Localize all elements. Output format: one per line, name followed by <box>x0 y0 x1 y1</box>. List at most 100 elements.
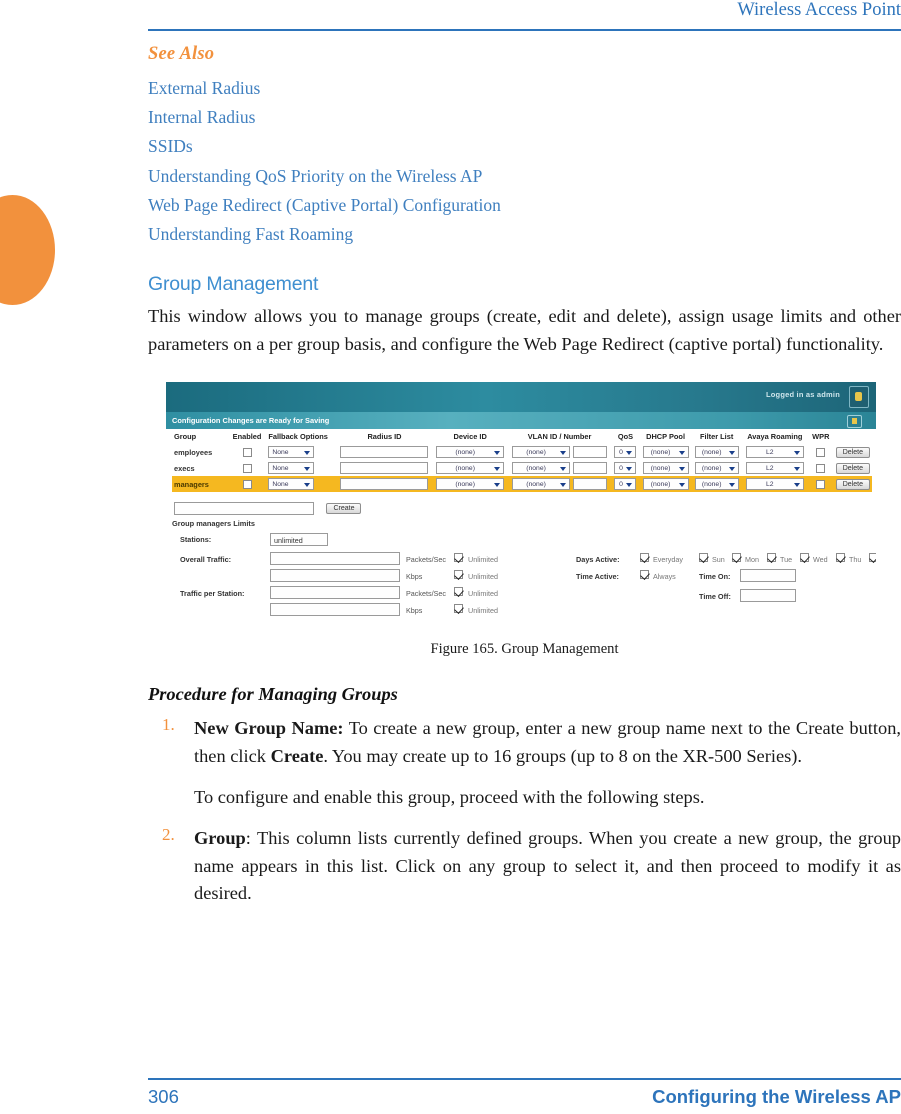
overall-traffic-packets-unit: Packets/Sec <box>406 555 446 565</box>
day-tue-checkbox[interactable] <box>767 553 776 563</box>
logged-in-status: Logged in as admin <box>765 390 840 400</box>
row-fallback-select[interactable]: None <box>268 478 315 491</box>
limits-form: Stations: unlimited Overall Traffic: Pac… <box>166 531 876 617</box>
row-enabled-checkbox[interactable] <box>242 464 252 473</box>
row-delete-button[interactable]: Delete <box>835 462 870 474</box>
row-avaya-roaming-select[interactable]: L2 <box>745 478 804 491</box>
row-vlan-number-input[interactable] <box>573 478 608 491</box>
per-station-kbps-unlimited-checkbox[interactable] <box>454 604 463 614</box>
col-avaya-roaming: Avaya Roaming <box>747 432 803 442</box>
row-filter-list-select[interactable]: (none) <box>694 478 739 491</box>
step-number: 2. <box>162 825 175 845</box>
running-footer: 306 Configuring the Wireless AP <box>148 1086 901 1108</box>
row-vlan-number-input[interactable] <box>573 446 608 459</box>
row-avaya-roaming-select[interactable]: L2 <box>745 446 804 459</box>
row-vlan-id-select[interactable]: (none) <box>512 462 571 475</box>
table-row[interactable]: employees None (none) (none) 0 (none) (n… <box>172 444 872 460</box>
figure-group-management: Logged in as admin Configuration Changes… <box>148 382 901 658</box>
time-on-input[interactable] <box>740 569 796 583</box>
time-off-label: Time Off: <box>699 592 731 602</box>
row-vlan-number-input[interactable] <box>573 462 608 475</box>
row-radius-id-input[interactable] <box>340 462 429 475</box>
stations-value[interactable]: unlimited <box>270 533 328 547</box>
row-qos-select[interactable]: 0 <box>614 446 637 459</box>
row-device-id-select[interactable]: (none) <box>436 478 505 491</box>
overall-traffic-label: Overall Traffic: <box>180 555 232 565</box>
row-dhcp-pool-select[interactable]: (none) <box>642 446 689 459</box>
row-vlan-id-select[interactable]: (none) <box>512 446 571 459</box>
row-radius-id-input[interactable] <box>340 446 429 459</box>
days-active-label: Days Active: <box>576 555 620 565</box>
row-enabled-checkbox[interactable] <box>242 480 252 489</box>
row-avaya-roaming-select[interactable]: L2 <box>745 462 804 475</box>
day-tue-label: Tue <box>780 555 793 565</box>
config-status-message: Configuration Changes are Ready for Savi… <box>172 416 330 426</box>
see-also-link-fast-roaming[interactable]: Understanding Fast Roaming <box>148 220 901 249</box>
see-also-link-web-page-redirect[interactable]: Web Page Redirect (Captive Portal) Confi… <box>148 191 901 220</box>
create-group-row: Create <box>174 500 574 518</box>
app-banner: Logged in as admin <box>166 382 876 413</box>
row-filter-list-select[interactable]: (none) <box>694 446 739 459</box>
always-checkbox[interactable] <box>640 570 649 580</box>
overall-traffic-packets-unlimited-checkbox[interactable] <box>454 553 463 563</box>
stations-label: Stations: <box>180 535 212 545</box>
see-also-link-ssids[interactable]: SSIDs <box>148 132 901 161</box>
col-actions <box>834 429 872 444</box>
table-row[interactable]: execs None (none) (none) 0 (none) (none)… <box>172 460 872 476</box>
table-row[interactable]: managers None (none) (none) 0 (none) (no… <box>172 476 872 493</box>
create-button[interactable]: Create <box>326 503 362 515</box>
screenshot-body: Group Enabled Fallback Options Radius ID… <box>166 429 876 620</box>
row-group-name[interactable]: employees <box>172 444 228 460</box>
everyday-label: Everyday <box>653 555 683 565</box>
figure-caption: Figure 165. Group Management <box>430 641 619 658</box>
row-fallback-select[interactable]: None <box>268 462 315 475</box>
row-delete-button[interactable]: Delete <box>835 446 870 458</box>
everyday-checkbox[interactable] <box>640 553 649 563</box>
overall-traffic-kbps-unlimited-checkbox[interactable] <box>454 570 463 580</box>
day-sun-checkbox[interactable] <box>699 553 708 563</box>
row-device-id-select[interactable]: (none) <box>436 446 505 459</box>
running-header: Wireless Access Point <box>148 0 901 36</box>
row-dhcp-pool-select[interactable]: (none) <box>642 462 689 475</box>
step-emphasis: Create <box>270 745 324 766</box>
row-enabled-checkbox[interactable] <box>242 448 252 457</box>
row-vlan-id-select[interactable]: (none) <box>512 478 571 491</box>
day-mon-checkbox[interactable] <box>732 553 741 563</box>
day-fri-checkbox[interactable] <box>869 553 876 563</box>
row-wpr-checkbox[interactable] <box>816 464 826 473</box>
overall-traffic-packets-input[interactable] <box>270 552 400 566</box>
row-device-id-select[interactable]: (none) <box>436 462 505 475</box>
section-heading-group-management: Group Management <box>148 273 319 296</box>
row-wpr-checkbox[interactable] <box>816 448 826 457</box>
per-station-kbps-input[interactable] <box>270 603 400 617</box>
row-filter-list-select[interactable]: (none) <box>694 462 739 475</box>
row-group-name[interactable]: managers <box>172 476 228 493</box>
row-qos-select[interactable]: 0 <box>614 462 637 475</box>
row-qos-select[interactable]: 0 <box>614 478 637 491</box>
per-station-packets-unit: Packets/Sec <box>406 589 446 599</box>
table-header-row: Group Enabled Fallback Options Radius ID… <box>172 429 872 444</box>
new-group-name-input[interactable] <box>174 502 314 516</box>
row-dhcp-pool-select[interactable]: (none) <box>642 478 689 491</box>
per-station-packets-input[interactable] <box>270 586 400 600</box>
limits-section-heading: Group managers Limits <box>172 519 255 529</box>
user-badge-icon[interactable] <box>849 386 869 409</box>
footer-rule <box>148 1078 901 1081</box>
row-radius-id-input[interactable] <box>340 478 429 491</box>
see-also-link-external-radius[interactable]: External Radius <box>148 74 901 103</box>
day-wed-label: Wed <box>813 555 828 565</box>
row-fallback-select[interactable]: None <box>268 446 315 459</box>
day-wed-checkbox[interactable] <box>800 553 809 563</box>
per-station-packets-unlimited-checkbox[interactable] <box>454 587 463 597</box>
config-status-bar: Configuration Changes are Ready for Savi… <box>166 412 876 430</box>
save-icon[interactable] <box>847 415 862 429</box>
row-delete-button[interactable]: Delete <box>835 478 870 490</box>
step-body-text: : This column lists currently defined gr… <box>194 828 901 904</box>
see-also-link-internal-radius[interactable]: Internal Radius <box>148 103 901 132</box>
overall-traffic-kbps-input[interactable] <box>270 569 400 583</box>
day-thu-checkbox[interactable] <box>836 553 845 563</box>
row-wpr-checkbox[interactable] <box>816 480 826 489</box>
time-off-input[interactable] <box>740 589 796 603</box>
row-group-name[interactable]: execs <box>172 460 228 476</box>
see-also-link-qos-priority[interactable]: Understanding QoS Priority on the Wirele… <box>148 162 901 191</box>
